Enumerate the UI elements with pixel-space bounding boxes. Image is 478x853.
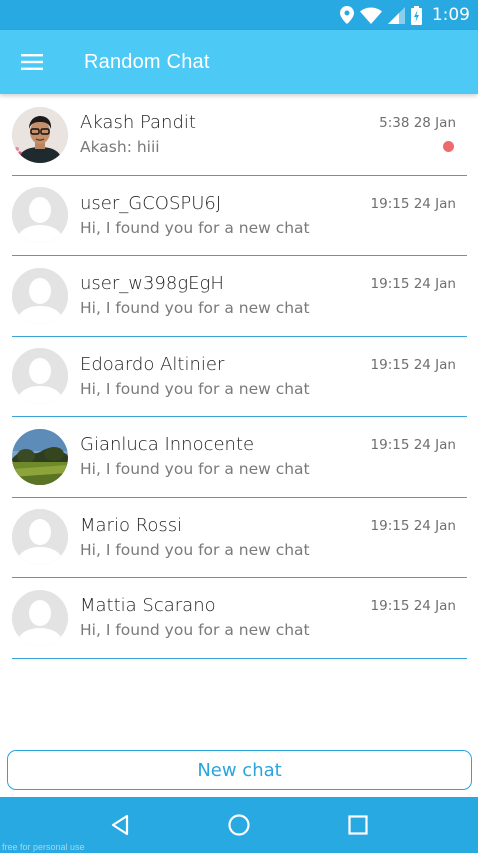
avatar <box>12 348 68 405</box>
chat-text: Gianluca Innocente Hi, I found you for a … <box>80 417 467 497</box>
avatar <box>12 106 68 163</box>
home-button[interactable] <box>209 797 269 853</box>
chat-list-item[interactable]: Gianluca Innocente Hi, I found you for a … <box>12 417 467 498</box>
home-circle-icon <box>228 814 250 836</box>
chat-text: user_GCOSPU6J Hi, I found you for a new c… <box>80 176 467 256</box>
chat-timestamp: 5:38 28 Jan <box>379 115 456 131</box>
recents-square-icon <box>348 815 368 835</box>
wifi-icon <box>359 7 382 24</box>
chat-preview: Akash: hiii <box>80 138 160 157</box>
avatar <box>12 187 68 244</box>
chat-text: Mattia Scarano Hi, I found you for a new … <box>80 578 467 658</box>
menu-button[interactable] <box>0 30 64 94</box>
avatar <box>12 589 68 646</box>
avatar <box>12 428 68 485</box>
chat-text: Akash Pandit Akash: hiii <box>80 95 467 175</box>
chat-list-item[interactable]: Akash Pandit Akash: hiii 5:38 28 Jan <box>12 95 467 176</box>
chat-timestamp: 19:15 24 Jan <box>370 276 456 292</box>
hamburger-menu-icon <box>21 54 43 70</box>
back-triangle-icon <box>111 814 128 836</box>
chat-preview: Hi, I found you for a new chat <box>80 460 310 479</box>
chat-preview: Hi, I found you for a new chat <box>80 379 310 398</box>
chat-timestamp: 19:15 24 Jan <box>370 437 456 453</box>
signal-icon <box>387 6 405 24</box>
app-title: Random Chat <box>84 50 210 73</box>
chat-preview: Hi, I found you for a new chat <box>80 621 310 640</box>
chat-timestamp: 19:15 24 Jan <box>370 598 456 614</box>
new-chat-button[interactable]: New chat <box>7 750 472 790</box>
battery-icon <box>410 5 422 25</box>
location-icon <box>339 6 354 24</box>
unread-indicator <box>443 141 454 152</box>
chat-preview: Hi, I found you for a new chat <box>80 299 310 318</box>
chat-preview: Hi, I found you for a new chat <box>80 218 310 237</box>
chat-timestamp: 19:15 24 Jan <box>370 195 456 212</box>
chat-list-item[interactable]: user_GCOSPU6J Hi, I found you for a new c… <box>12 176 467 256</box>
back-button[interactable] <box>90 797 150 853</box>
clock-time: 1:09 <box>431 5 470 25</box>
chat-timestamp: 19:15 24 Jan <box>370 517 456 534</box>
chat-list-item[interactable]: Mattia Scarano Hi, I found you for a new … <box>12 578 467 659</box>
chat-text: user_w398gEgH Hi, I found you for a new c… <box>80 256 467 336</box>
navigation-bar: free for personal use <box>0 797 478 853</box>
app-bar: Random Chat <box>0 30 478 94</box>
chat-text: Edoardo Altinier Hi, I found you for a ne… <box>80 337 467 417</box>
recents-button[interactable] <box>328 797 388 853</box>
watermark: free for personal use <box>2 842 85 852</box>
chat-list-item[interactable]: Edoardo Altinier Hi, I found you for a ne… <box>12 337 467 417</box>
chat-list-item[interactable]: Mario Rossi Hi, I found you for a new cha… <box>12 498 467 578</box>
chat-timestamp: 19:15 24 Jan <box>370 356 456 373</box>
avatar <box>12 509 68 566</box>
avatar <box>12 267 68 324</box>
chat-list-item[interactable]: user_w398gEgH Hi, I found you for a new c… <box>12 256 467 337</box>
chat-text: Mario Rossi Hi, I found you for a new cha… <box>80 498 467 578</box>
chat-list: Akash Pandit Akash: hiii 5:38 28 Jan user_G… <box>12 95 467 659</box>
chat-preview: Hi, I found you for a new chat <box>80 540 310 559</box>
status-bar: 1:09 <box>0 0 478 30</box>
